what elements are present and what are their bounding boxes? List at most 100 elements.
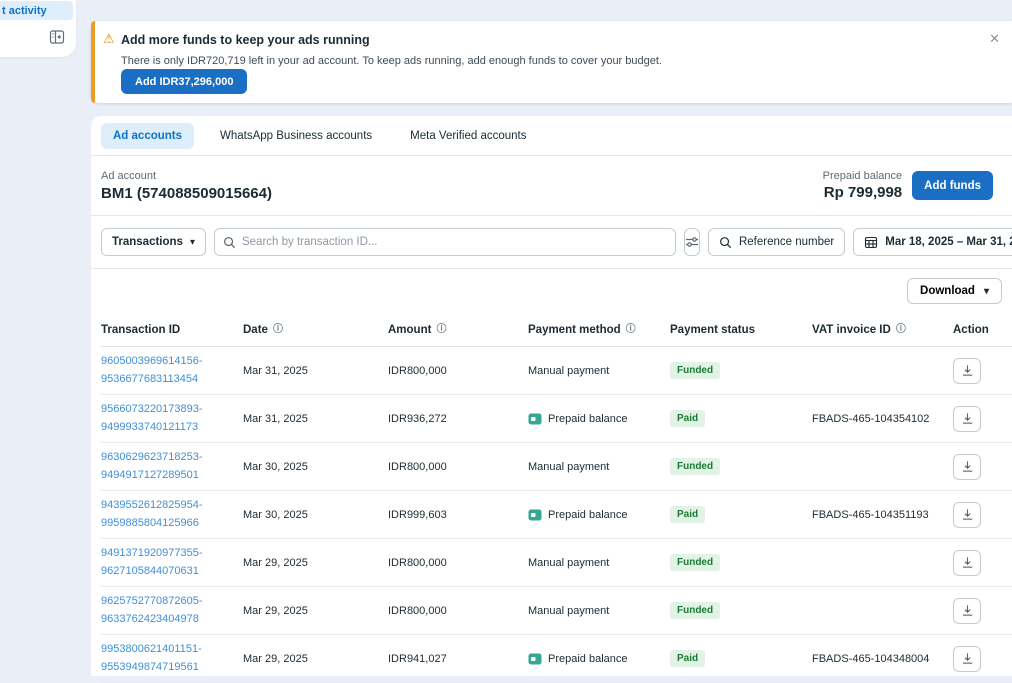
transaction-id-link[interactable]: 9491371920977355-9627105844070631 (101, 545, 233, 579)
billing-panel: Ad accounts WhatsApp Business accounts M… (91, 116, 1012, 676)
info-icon[interactable]: ⓘ (896, 325, 906, 335)
status-badge: Funded (670, 602, 720, 619)
payment-method-label: Prepaid balance (548, 413, 628, 425)
download-receipt-button[interactable] (953, 406, 981, 432)
download-receipt-button[interactable] (953, 598, 981, 624)
payment-method-label: Prepaid balance (548, 509, 628, 521)
status-badge: Paid (670, 410, 705, 427)
tab-ad-accounts[interactable]: Ad accounts (101, 123, 194, 149)
download-label: Download (920, 285, 975, 297)
download-icon (961, 508, 974, 521)
transaction-id-link[interactable]: 9625752770872605-9633762423404978 (101, 593, 233, 627)
status-badge: Paid (670, 506, 705, 523)
status-badge: Funded (670, 458, 720, 475)
table-row: 9439552612825954-9959885804125966 Mar 30… (101, 491, 1012, 539)
filter-settings-button[interactable] (684, 228, 700, 256)
account-header: Ad account BM1 (574088509015664) Prepaid… (91, 156, 1012, 216)
date-cell: Mar 31, 2025 (243, 365, 388, 377)
download-icon (961, 556, 974, 569)
tab-whatsapp-business-accounts[interactable]: WhatsApp Business accounts (208, 123, 384, 149)
amount-cell: IDR800,000 (388, 461, 528, 473)
vat-invoice-cell: FBADS-465-104348004 (812, 653, 953, 665)
account-type-tabs: Ad accounts WhatsApp Business accounts M… (91, 116, 1012, 156)
info-icon[interactable]: ⓘ (436, 325, 446, 335)
payment-method-label: Manual payment (528, 365, 609, 377)
search-icon (719, 236, 732, 249)
banner-body: There is only IDR720,719 left in your ad… (121, 55, 662, 67)
download-receipt-button[interactable] (953, 358, 981, 384)
prepaid-balance-label: Prepaid balance (823, 170, 903, 182)
download-icon (961, 364, 974, 377)
download-icon (961, 460, 974, 473)
transaction-type-dropdown[interactable]: Transactions ▾ (101, 228, 206, 256)
transaction-id-link[interactable]: 9630629623718253-9494917127289501 (101, 449, 233, 483)
payment-method-label: Prepaid balance (548, 653, 628, 665)
transaction-id-link[interactable]: 9439552612825954-9959885804125966 (101, 497, 233, 531)
chevron-down-icon: ▾ (190, 237, 195, 248)
date-cell: Mar 30, 2025 (243, 509, 388, 521)
reference-number-button[interactable]: Reference number (708, 228, 845, 256)
date-cell: Mar 30, 2025 (243, 461, 388, 473)
add-funds-button[interactable]: Add funds (912, 171, 993, 200)
download-receipt-button[interactable] (953, 646, 981, 672)
date-cell: Mar 29, 2025 (243, 605, 388, 617)
table-row: 9630629623718253-9494917127289501 Mar 30… (101, 443, 1012, 491)
prepaid-balance-icon (528, 412, 542, 426)
filter-bar: Transactions ▾ (91, 216, 1012, 269)
warning-icon: ⚠ (103, 31, 115, 47)
sidebar: t activity (0, 0, 76, 57)
download-receipt-button[interactable] (953, 550, 981, 576)
download-receipt-button[interactable] (953, 454, 981, 480)
amount-cell: IDR800,000 (388, 365, 528, 377)
col-date: Date (243, 324, 268, 336)
close-icon[interactable]: ✕ (989, 31, 1000, 47)
ad-account-name: BM1 (574088509015664) (101, 185, 272, 202)
download-icon (961, 412, 974, 425)
status-badge: Paid (670, 650, 705, 667)
transaction-id-link[interactable]: 9953800621401151-9553949874719561 (101, 641, 233, 675)
table-row: 9953800621401151-9553949874719561 Mar 29… (101, 635, 1012, 683)
reference-number-label: Reference number (739, 236, 834, 248)
banner-title: Add more funds to keep your ads running (121, 33, 370, 47)
amount-cell: IDR999,603 (388, 509, 528, 521)
col-vat-invoice-id: VAT invoice ID (812, 324, 891, 336)
transaction-search[interactable] (214, 228, 676, 256)
prepaid-balance-value: Rp 799,998 (823, 184, 903, 201)
transactions-table: Transaction ID Date ⓘ Amount ⓘ Payment m… (91, 313, 1012, 683)
collapse-sidebar-icon (49, 29, 65, 45)
transaction-id-link[interactable]: 9605003969614156-9536677683113454 (101, 353, 233, 387)
vat-invoice-cell: FBADS-465-104351193 (812, 509, 953, 521)
download-receipt-button[interactable] (953, 502, 981, 528)
col-transaction-id: Transaction ID (101, 324, 180, 336)
download-icon (961, 604, 974, 617)
table-body: 9605003969614156-9536677683113454 Mar 31… (101, 347, 1012, 683)
collapse-sidebar-button[interactable] (46, 26, 68, 48)
col-amount: Amount (388, 324, 431, 336)
info-icon[interactable]: ⓘ (273, 325, 283, 335)
payment-method-label: Manual payment (528, 605, 609, 617)
col-payment-status: Payment status (670, 324, 755, 336)
search-icon (223, 236, 236, 249)
date-cell: Mar 29, 2025 (243, 557, 388, 569)
amount-cell: IDR800,000 (388, 557, 528, 569)
payment-method-label: Manual payment (528, 557, 609, 569)
table-row: 9566073220173893-9499933740121173 Mar 31… (101, 395, 1012, 443)
prepaid-balance-icon (528, 652, 542, 666)
table-row: 9625752770872605-9633762423404978 Mar 29… (101, 587, 1012, 635)
add-funds-amount-button[interactable]: Add IDR37,296,000 (121, 69, 247, 94)
low-funds-banner: ⚠ Add more funds to keep your ads runnin… (91, 21, 1012, 103)
sidebar-item-payment-activity[interactable]: t activity (0, 1, 73, 20)
search-input[interactable] (242, 236, 667, 248)
vat-invoice-cell: FBADS-465-104354102 (812, 413, 953, 425)
table-toolbar: Download ▾ (91, 269, 1012, 313)
date-cell: Mar 31, 2025 (243, 413, 388, 425)
download-dropdown-button[interactable]: Download ▾ (907, 278, 1002, 304)
status-badge: Funded (670, 554, 720, 571)
download-icon (961, 652, 974, 665)
amount-cell: IDR941,027 (388, 653, 528, 665)
tab-meta-verified-accounts[interactable]: Meta Verified accounts (398, 123, 538, 149)
amount-cell: IDR936,272 (388, 413, 528, 425)
info-icon[interactable]: ⓘ (626, 325, 636, 335)
transaction-id-link[interactable]: 9566073220173893-9499933740121173 (101, 401, 233, 435)
date-range-picker[interactable]: Mar 18, 2025 – Mar 31, 2025 ▾ (853, 228, 1012, 256)
